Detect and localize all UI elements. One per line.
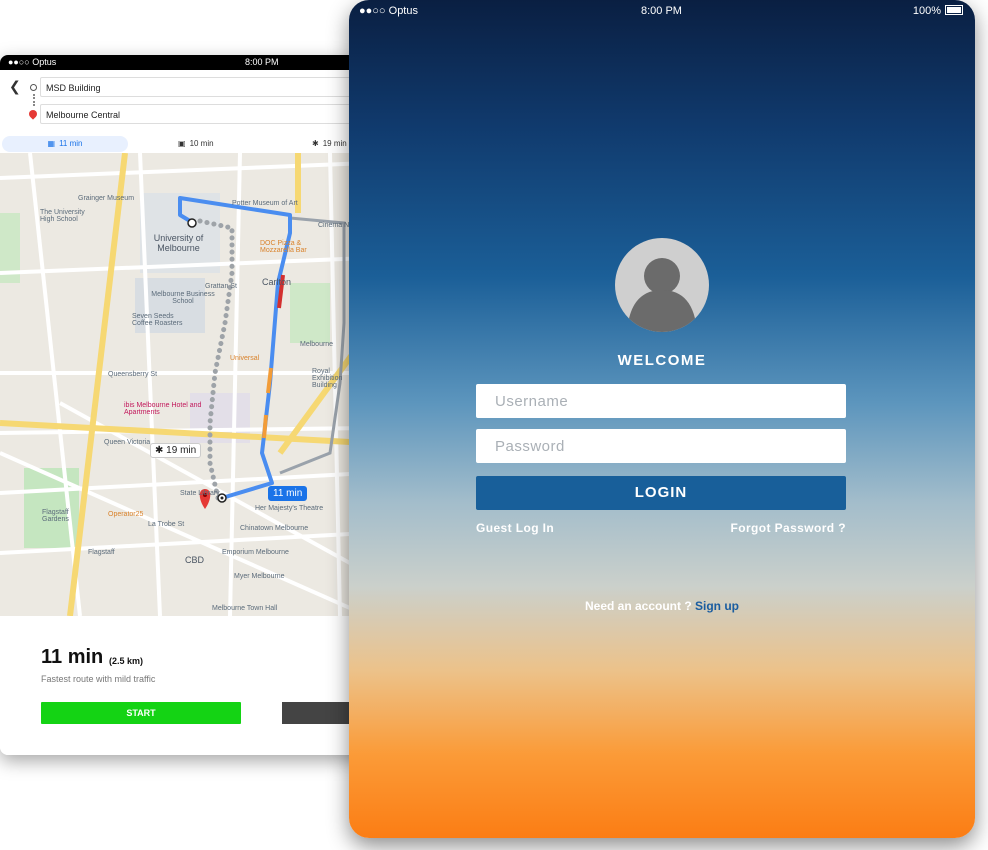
battery-indicator: 100%	[913, 5, 963, 17]
battery-percent: 100%	[912, 5, 941, 17]
map-label: Operator25	[108, 511, 144, 518]
destination-pin-icon	[27, 108, 39, 120]
map-label: Carlton	[262, 277, 292, 287]
status-bar: ●●○○ Optus 8:00 PM	[0, 55, 368, 70]
map-label: Chinatown Melbourne	[240, 525, 309, 532]
map-label: Universal	[230, 355, 260, 362]
map-label: Flagstaff Gardens	[42, 509, 69, 523]
origin-field[interactable]: MSD Building	[40, 77, 368, 97]
origin-icon	[30, 84, 37, 91]
map-label: The University High School	[40, 209, 85, 223]
map-label: Flagstaff	[88, 549, 115, 556]
map-label: Her Majesty's Theatre	[255, 505, 324, 512]
map-label: Queensberry St	[108, 371, 158, 378]
clock-label: 8:00 PM	[641, 5, 682, 17]
traffic-note: Fastest route with mild traffic	[41, 674, 156, 684]
map-label: Melbourne	[300, 341, 334, 348]
signup-row: Need an account ? Sign up	[349, 599, 975, 613]
avatar	[615, 238, 709, 332]
map-view[interactable]: Grainger Museum The University High Scho…	[0, 153, 368, 616]
map-label: Seven Seeds Coffee Roasters	[132, 313, 183, 327]
walk-chip-label: 19 min	[166, 445, 197, 456]
walk-icon: ✱	[312, 139, 319, 148]
signup-link[interactable]: Sign up	[695, 599, 739, 613]
car-icon: ▦	[47, 139, 56, 148]
signup-prompt: Need an account ?	[584, 599, 692, 613]
user-silhouette-icon	[627, 258, 697, 332]
carrier-label: ●●○○ Optus	[8, 57, 57, 67]
transit-time: 10 min	[189, 139, 214, 148]
clock-label: 8:00 PM	[245, 57, 279, 67]
map-label: Potter Museum of Art	[232, 200, 298, 207]
destination-field[interactable]: Melbourne Central	[40, 104, 368, 124]
tab-transit[interactable]: ▣ 10 min	[178, 136, 214, 152]
map-label: CBD	[185, 555, 205, 565]
map-label: Myer Melbourne	[234, 573, 285, 580]
map-label: Grainger Museum	[78, 195, 135, 202]
map-label: DOC Pizza & Mozzarella Bar	[260, 240, 307, 254]
walk-time: 19 min	[322, 139, 347, 148]
guest-login-link[interactable]: Guest Log In	[476, 521, 554, 535]
drive-time-chip[interactable]: 11 min	[268, 486, 308, 501]
drive-time: 11 min	[59, 139, 83, 148]
map-label: Emporium Melbourne	[222, 549, 289, 556]
login-app-device: ●●○○ Optus 8:00 PM 100% WELCOME LOGIN Gu…	[349, 0, 975, 838]
eta-label: 11 min	[41, 646, 104, 668]
map-label: State Library	[180, 490, 220, 497]
status-bar: ●●○○ Optus 8:00 PM 100%	[349, 0, 975, 22]
tab-drive[interactable]: ▦ 11 min	[2, 136, 128, 152]
route-dots-icon	[33, 94, 36, 106]
login-button[interactable]: LOGIN	[476, 476, 846, 510]
forgot-password-link[interactable]: Forgot Password ?	[731, 521, 846, 535]
map-label: University of Melbourne	[153, 233, 204, 253]
welcome-heading: WELCOME	[617, 352, 707, 369]
route-summary-sheet: 11 min (2.5 km) Fastest route with mild …	[0, 616, 368, 755]
map-label: Melbourne Town Hall	[212, 605, 278, 612]
battery-icon	[945, 5, 963, 15]
map-label: Grattan St	[205, 283, 237, 290]
distance-label: (2.5 km)	[109, 656, 144, 666]
password-input[interactable]	[476, 429, 846, 463]
start-button[interactable]: START	[41, 702, 241, 724]
walk-icon: ✱	[155, 445, 164, 456]
transit-icon: ▣	[178, 139, 186, 148]
walk-time-chip[interactable]: ✱ 19 min	[150, 443, 202, 458]
back-arrow-icon[interactable]: ❮	[9, 78, 21, 95]
map-label: La Trobe St	[148, 521, 185, 528]
map-label: Melbourne Business School	[151, 291, 215, 305]
map-app-device: ●●○○ Optus 8:00 PM ❮ MSD Building Melbou…	[0, 55, 368, 755]
map-label: Queen Victoria	[104, 439, 151, 446]
travel-mode-tabs: ▦ 11 min ▣ 10 min ✱ 19 min	[0, 136, 368, 154]
carrier-label: ●●○○ Optus	[359, 5, 418, 17]
username-input[interactable]	[476, 384, 846, 418]
map-label: ibis Melbourne Hotel and Apartments	[124, 402, 202, 416]
tab-walk[interactable]: ✱ 19 min	[312, 136, 347, 152]
